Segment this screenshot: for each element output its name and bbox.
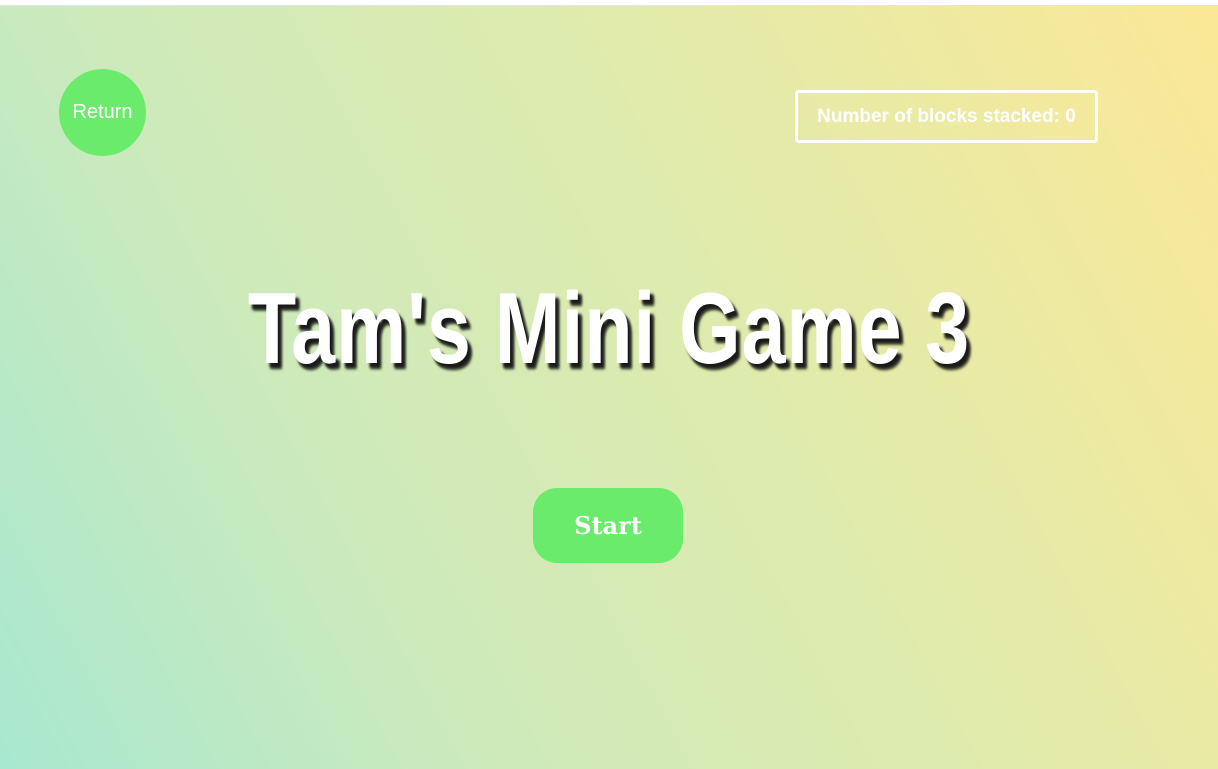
game-title: Tam's Mini Game 3 (247, 272, 971, 386)
game-screen: Return Number of blocks stacked: 0 Tam's… (0, 5, 1218, 769)
return-button[interactable]: Return (59, 69, 146, 156)
start-button[interactable]: Start (533, 488, 683, 563)
blocks-stacked-counter: Number of blocks stacked: 0 (795, 90, 1098, 143)
